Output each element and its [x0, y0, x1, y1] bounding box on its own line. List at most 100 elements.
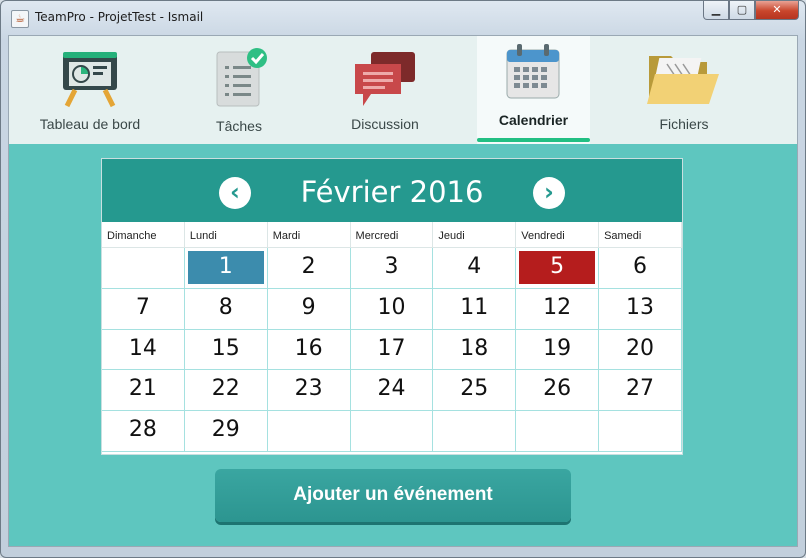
day-number: 20	[625, 335, 654, 361]
add-event-button[interactable]: Ajouter un événement	[215, 469, 571, 522]
nav-label: Fichiers	[659, 116, 709, 132]
day-cell[interactable]: 13	[599, 288, 682, 330]
day-number: 19	[543, 335, 572, 361]
day-cell[interactable]: 25	[433, 370, 517, 412]
close-button[interactable]: ✕	[755, 1, 799, 20]
app-window: ☕ TeamPro - ProjetTest - Ismail ▁ ▢ ✕ Ta…	[0, 0, 806, 558]
day-number: 25	[460, 376, 489, 402]
weekday-header: Lundi	[184, 222, 268, 248]
day-number: 7	[135, 294, 150, 320]
day-cell[interactable]: 15	[184, 329, 268, 371]
window-title: TeamPro - ProjetTest - Ismail	[35, 10, 204, 24]
nav-label: Tableau de bord	[39, 116, 141, 132]
day-number: 11	[460, 294, 489, 320]
day-cell[interactable]: 23	[267, 370, 351, 412]
day-cell[interactable]: 27	[599, 370, 682, 412]
month-title: Février 2016	[300, 175, 484, 209]
empty-day-cell	[267, 411, 351, 452]
day-number: 28	[128, 417, 157, 443]
day-number: 6	[632, 254, 647, 279]
calendar-grid: Dimanche Lundi Mardi Mercredi Jeudi Vend…	[102, 222, 682, 452]
day-number: 26	[543, 376, 572, 402]
nav-item-tableau-de-bord[interactable]: Tableau de bord	[27, 36, 153, 144]
dashboard-board-icon	[63, 52, 117, 108]
day-number: 8	[218, 294, 233, 320]
day-cell[interactable]: 4	[433, 248, 517, 289]
day-cell[interactable]: 28	[102, 411, 185, 452]
day-cell[interactable]: 9	[267, 288, 351, 330]
day-number: 3	[384, 254, 399, 279]
calendar-header: ‹ Février 2016 ›	[102, 159, 682, 222]
day-cell[interactable]: 16	[267, 329, 351, 371]
day-number: 4	[467, 254, 482, 279]
day-number: 10	[377, 294, 406, 320]
week-row: 28 29	[102, 411, 682, 452]
day-number: 16	[294, 335, 323, 361]
day-cell[interactable]: 18	[433, 329, 517, 371]
nav-label: Discussion	[351, 116, 419, 132]
main-content: Tableau de bord Tâches Discussion Calend…	[8, 35, 798, 547]
title-bar[interactable]: ☕ TeamPro - ProjetTest - Ismail ▁ ▢ ✕	[1, 1, 805, 35]
weekday-header: Vendredi	[516, 222, 600, 248]
day-number: 23	[294, 376, 323, 402]
calendar-weeks: 1 2 3 4 5 6 7 8 9 10 11 12 13 14 15 16 17 18 19 20 21 22 23 24 2…	[102, 248, 682, 452]
day-number: 21	[128, 376, 157, 402]
day-cell[interactable]: 1	[184, 248, 268, 289]
day-cell[interactable]: 21	[102, 370, 185, 412]
day-cell[interactable]: 22	[184, 370, 268, 412]
day-number: 9	[301, 294, 316, 320]
weekday-header: Mardi	[267, 222, 351, 248]
nav-item-taches[interactable]: Tâches	[187, 36, 291, 144]
weekday-header: Dimanche	[102, 222, 185, 248]
day-cell[interactable]: 26	[516, 370, 600, 412]
weekday-header: Jeudi	[433, 222, 517, 248]
empty-day-cell	[433, 411, 517, 452]
day-cell[interactable]: 7	[102, 288, 185, 330]
day-number: 14	[128, 335, 157, 361]
week-row: 21 22 23 24 25 26 27	[102, 370, 682, 412]
nav-item-fichiers[interactable]: Fichiers	[629, 36, 739, 144]
day-cell[interactable]: 2	[267, 248, 351, 289]
day-cell[interactable]: 11	[433, 288, 517, 330]
maximize-button[interactable]: ▢	[729, 1, 755, 20]
day-number: 12	[543, 294, 572, 320]
weekday-header: Mercredi	[350, 222, 434, 248]
day-cell[interactable]: 17	[350, 329, 434, 371]
weekday-header: Samedi	[599, 222, 682, 248]
week-row: 14 15 16 17 18 19 20	[102, 329, 682, 371]
task-checklist-icon	[216, 48, 267, 107]
day-number: 13	[625, 294, 654, 320]
day-cell[interactable]: 6	[599, 248, 682, 289]
day-cell[interactable]: 19	[516, 329, 600, 371]
chat-bubbles-icon	[355, 52, 415, 106]
day-cell[interactable]: 20	[599, 329, 682, 371]
minimize-button[interactable]: ▁	[703, 1, 729, 20]
day-cell[interactable]: 12	[516, 288, 600, 330]
day-number: 18	[460, 335, 489, 361]
day-number: 27	[625, 376, 654, 402]
week-row: 7 8 9 10 11 12 13	[102, 288, 682, 330]
nav-item-discussion[interactable]: Discussion	[333, 36, 437, 144]
window-controls: ▁ ▢ ✕	[703, 1, 799, 23]
day-number: 22	[211, 376, 240, 402]
next-month-button[interactable]: ›	[533, 177, 565, 209]
day-cell[interactable]: 8	[184, 288, 268, 330]
day-cell[interactable]: 14	[102, 329, 185, 371]
day-cell[interactable]: 5	[516, 248, 600, 289]
day-number: 17	[377, 335, 406, 361]
active-tab-indicator	[477, 138, 590, 142]
nav-item-calendrier[interactable]: Calendrier	[477, 36, 590, 144]
java-app-icon: ☕	[11, 10, 29, 28]
calendar-widget: ‹ Février 2016 › Dimanche Lundi Mardi Me…	[101, 158, 683, 455]
empty-day-cell	[599, 411, 682, 452]
day-cell[interactable]: 24	[350, 370, 434, 412]
day-cell[interactable]: 29	[184, 411, 268, 452]
nav-label: Calendrier	[498, 112, 569, 128]
empty-day-cell	[350, 411, 434, 452]
day-number: 2	[301, 254, 316, 279]
week-row: 1 2 3 4 5 6	[102, 248, 682, 289]
empty-day-cell	[516, 411, 600, 452]
day-number: 15	[211, 335, 240, 361]
day-cell[interactable]: 3	[350, 248, 434, 289]
day-cell[interactable]: 10	[350, 288, 434, 330]
